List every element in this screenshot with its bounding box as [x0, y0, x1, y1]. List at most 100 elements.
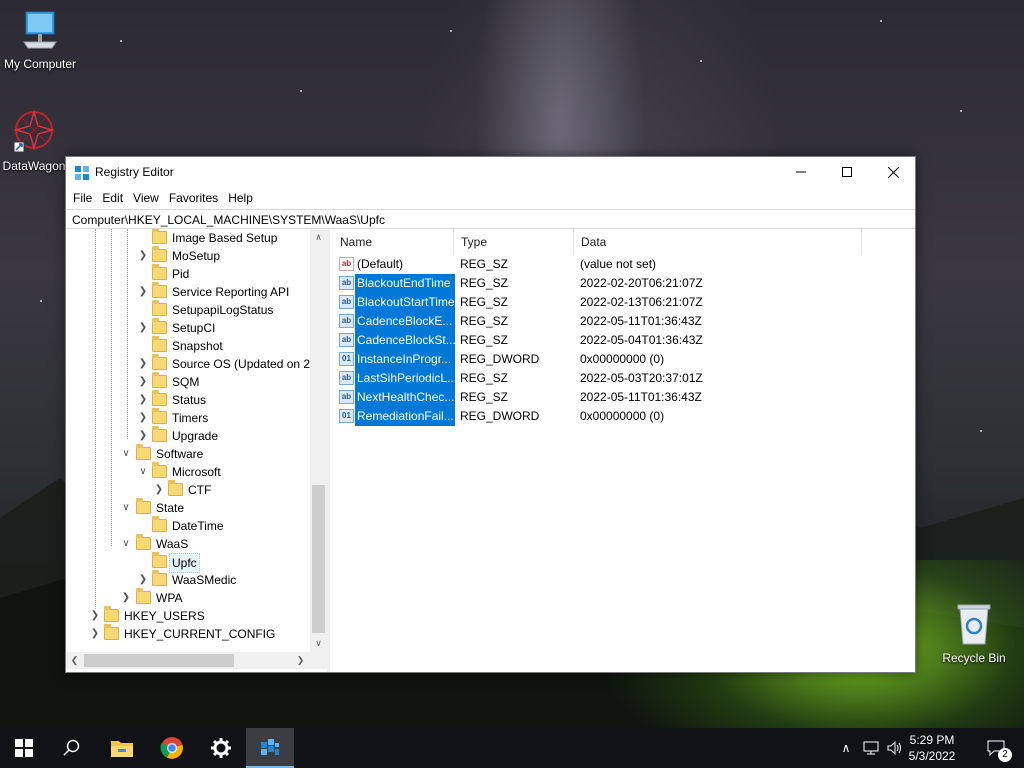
- menu-help[interactable]: Help: [223, 191, 258, 205]
- string-value-icon: ab: [339, 276, 354, 290]
- action-center-button[interactable]: 2: [976, 728, 1016, 768]
- minimize-button[interactable]: [778, 157, 824, 187]
- close-button[interactable]: [870, 157, 916, 187]
- folder-icon: [152, 318, 167, 334]
- value-row-default[interactable]: ab (Default) REG_SZ (value not set): [333, 255, 913, 274]
- chevron-down-icon[interactable]: ∨: [121, 445, 131, 463]
- column-header-name[interactable]: Name: [333, 229, 454, 255]
- search-button[interactable]: [48, 728, 96, 768]
- folder-icon: [136, 588, 151, 604]
- maximize-button[interactable]: [824, 157, 870, 187]
- value-row[interactable]: ab CadenceBlockE... REG_SZ 2022-05-11T01…: [333, 312, 913, 331]
- clock[interactable]: 5:29 PM 5/3/2022: [902, 732, 962, 764]
- scrollbar-thumb[interactable]: [312, 485, 325, 633]
- tree-item-label: Source OS (Updated on 2/: [172, 357, 314, 371]
- registry-editor-taskbar-button[interactable]: [246, 728, 294, 768]
- tree-item-label: HKEY_USERS: [124, 609, 205, 623]
- value-type: REG_SZ: [460, 257, 509, 271]
- folder-icon: [168, 480, 183, 496]
- tree-item-label: Software: [156, 447, 204, 461]
- scroll-right-icon[interactable]: ❯: [292, 652, 309, 669]
- tree-vertical-scrollbar[interactable]: ∧ ∨: [310, 229, 327, 652]
- value-type: REG_DWORD: [460, 409, 540, 423]
- scrollbar-thumb[interactable]: [84, 654, 234, 667]
- menu-view[interactable]: View: [128, 191, 164, 205]
- value-row[interactable]: ab NextHealthChec... REG_SZ 2022-05-11T0…: [333, 388, 913, 407]
- tree-horizontal-scrollbar[interactable]: ❮ ❯: [66, 652, 327, 669]
- value-type: REG_SZ: [460, 390, 509, 404]
- value-type: REG_SZ: [460, 371, 509, 385]
- chevron-right-icon[interactable]: ❯: [138, 427, 148, 445]
- title-bar[interactable]: Registry Editor: [66, 157, 915, 188]
- star: [880, 20, 882, 22]
- chevron-right-icon[interactable]: ❯: [138, 391, 148, 409]
- value-data: (value not set): [580, 257, 657, 271]
- desktop-icon-recycle-bin[interactable]: Recycle Bin: [934, 602, 1014, 665]
- value-name: LastSihPeriodicL...: [355, 369, 455, 388]
- menu-favorites[interactable]: Favorites: [164, 191, 223, 205]
- chevron-right-icon[interactable]: ❯: [138, 571, 148, 589]
- chrome-button[interactable]: [148, 728, 196, 768]
- chevron-down-icon[interactable]: ∨: [138, 463, 148, 481]
- chevron-right-icon[interactable]: ❯: [154, 481, 164, 499]
- scroll-left-icon[interactable]: ❮: [66, 652, 83, 669]
- chevron-down-icon[interactable]: ∨: [121, 535, 131, 553]
- maximize-icon: [842, 167, 852, 177]
- scroll-down-icon[interactable]: ∨: [310, 635, 327, 652]
- show-hidden-icons-button[interactable]: ∧: [838, 728, 854, 768]
- taskbar: ∧ 5:29 PM 5/3/2022 2: [0, 728, 1024, 768]
- gear-icon: [211, 738, 231, 758]
- string-value-icon: ab: [339, 333, 354, 347]
- column-header-data[interactable]: Data: [574, 229, 862, 255]
- value-row[interactable]: ab BlackoutEndTime REG_SZ 2022-02-20T06:…: [333, 274, 913, 293]
- column-header-type[interactable]: Type: [454, 229, 574, 255]
- desktop-icon-datawagon[interactable]: DataWagon: [0, 108, 74, 173]
- tree-item-label: CTF: [188, 483, 212, 497]
- string-value-icon: ab: [339, 257, 354, 271]
- value-row[interactable]: ab CadenceBlockSt... REG_SZ 2022-05-04T0…: [333, 331, 913, 350]
- chevron-right-icon[interactable]: ❯: [138, 355, 148, 373]
- tree-guide-line: [111, 229, 112, 546]
- windows-logo-icon: [15, 739, 33, 757]
- tree-guide-line: [127, 229, 128, 439]
- settings-button[interactable]: [197, 728, 245, 768]
- desktop-icon-label: My Computer: [3, 57, 77, 71]
- close-icon: [887, 166, 899, 178]
- chevron-right-icon[interactable]: ❯: [90, 607, 100, 625]
- tree-item-label: Pid: [172, 267, 190, 281]
- chevron-right-icon[interactable]: ❯: [138, 283, 148, 301]
- chevron-right-icon[interactable]: ❯: [138, 373, 148, 391]
- value-row[interactable]: 01 InstanceInProgr... REG_DWORD 0x000000…: [333, 350, 913, 369]
- tree-item-label: Status: [172, 393, 207, 407]
- speaker-icon: [887, 741, 901, 755]
- chevron-right-icon[interactable]: ❯: [138, 319, 148, 337]
- chevron-down-icon[interactable]: ∨: [121, 499, 131, 517]
- folder-icon: [136, 444, 151, 460]
- value-name: CadenceBlockE...: [355, 312, 455, 331]
- value-name: NextHealthChec...: [355, 388, 455, 407]
- chevron-right-icon[interactable]: ❯: [138, 247, 148, 265]
- file-explorer-button[interactable]: [98, 728, 146, 768]
- value-row[interactable]: ab BlackoutStartTime REG_SZ 2022-02-13T0…: [333, 293, 913, 312]
- value-row[interactable]: 01 RemediationFail... REG_DWORD 0x000000…: [333, 407, 913, 426]
- address-bar[interactable]: Computer\HKEY_LOCAL_MACHINE\SYSTEM\WaaS\…: [66, 209, 915, 229]
- network-button[interactable]: [860, 728, 882, 768]
- folder-icon: [136, 498, 151, 514]
- star: [960, 110, 962, 112]
- tree-guide-line: [95, 229, 96, 609]
- chevron-right-icon[interactable]: ❯: [121, 589, 131, 607]
- folder-icon: [136, 534, 151, 550]
- folder-icon: [152, 372, 167, 388]
- chevron-right-icon[interactable]: ❯: [138, 409, 148, 427]
- start-button[interactable]: [0, 728, 48, 768]
- values-list-pane: Name Type Data ab (Default) REG_SZ (valu…: [333, 229, 915, 672]
- menu-file[interactable]: File: [68, 191, 97, 205]
- folder-icon: [152, 229, 167, 244]
- tree-item-label: WPA: [156, 591, 183, 605]
- scroll-up-icon[interactable]: ∧: [310, 229, 327, 246]
- menu-edit[interactable]: Edit: [97, 191, 128, 205]
- value-row[interactable]: ab LastSihPeriodicL... REG_SZ 2022-05-03…: [333, 369, 913, 388]
- desktop-icon-my-computer[interactable]: My Computer: [0, 10, 80, 71]
- chevron-right-icon[interactable]: ❯: [90, 625, 100, 643]
- star: [980, 430, 982, 432]
